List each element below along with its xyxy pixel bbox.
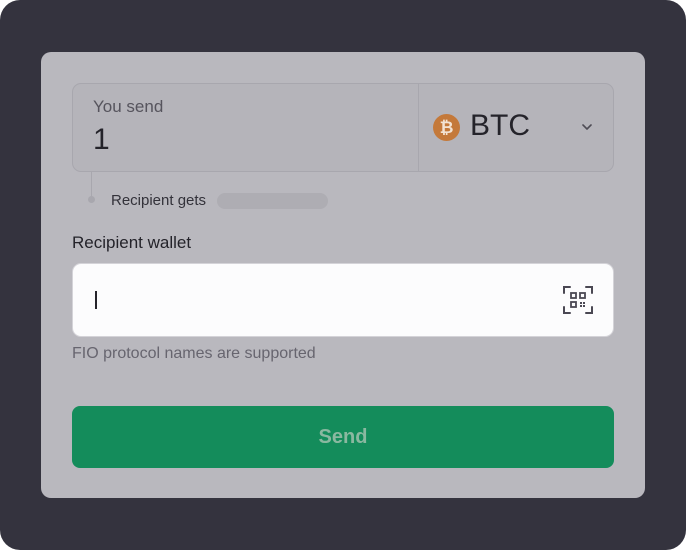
recipient-amount-loading-placeholder (217, 193, 328, 209)
recipient-wallet-label: Recipient wallet (72, 233, 192, 252)
app-frame: You send 1 ₿ BTC Recipient gets Recipien… (0, 0, 686, 550)
wallet-hint: FIO protocol names are supported (72, 345, 316, 362)
chevron-down-icon (582, 124, 592, 130)
text-caret (95, 291, 97, 309)
currency-selector[interactable]: ₿ BTC (419, 84, 613, 171)
send-card: You send 1 ₿ BTC Recipient gets Recipien… (41, 52, 645, 498)
send-button[interactable]: Send (72, 406, 614, 468)
you-send-label: You send (93, 97, 164, 116)
bitcoin-icon: ₿ (433, 114, 460, 141)
qr-scan-icon[interactable] (562, 285, 594, 315)
send-amount-box: You send 1 ₿ BTC (72, 83, 614, 172)
recipient-gets-label: Recipient gets (111, 192, 207, 209)
connector-line (91, 171, 92, 198)
currency-code: BTC (470, 109, 530, 142)
recipient-wallet-input[interactable] (72, 263, 614, 337)
send-amount-input[interactable]: 1 (93, 123, 110, 157)
connector-dot (88, 196, 95, 203)
